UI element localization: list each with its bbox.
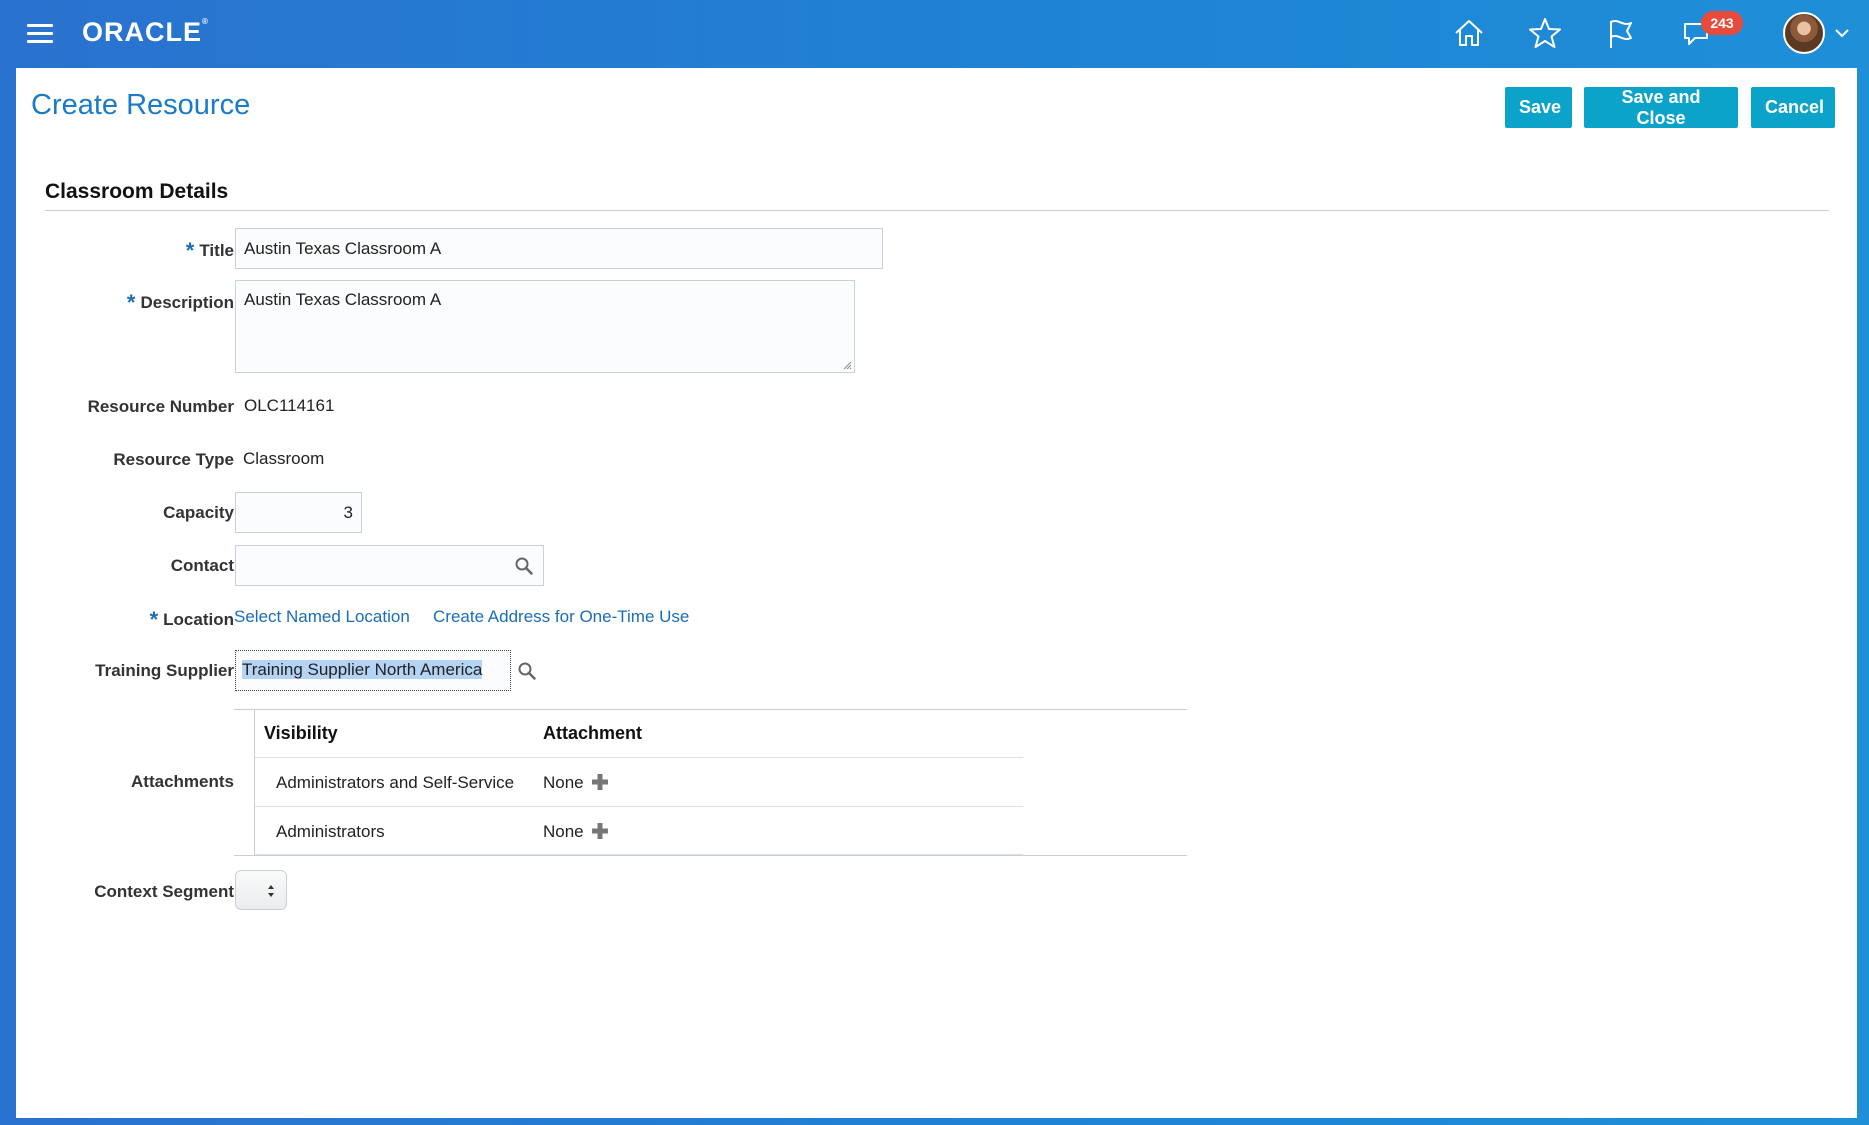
attachment-row-2-visibility: Administrators <box>276 822 385 841</box>
save-button[interactable]: Save <box>1505 87 1572 128</box>
attachment-row-1-value: None <box>543 773 584 792</box>
main-panel: Create Resource Save Save and Close Canc… <box>16 68 1857 1118</box>
select-named-location-link[interactable]: Select Named Location <box>234 607 410 627</box>
training-supplier-search-icon[interactable] <box>512 652 542 690</box>
capacity-field[interactable]: 3 <box>235 492 362 533</box>
logo-trademark: ® <box>202 17 209 26</box>
table-bottom-rule <box>234 855 1187 856</box>
resource-number-label: Resource Number <box>87 397 234 416</box>
required-indicator: * <box>149 607 159 632</box>
row-divider <box>255 806 1023 807</box>
table-left-rule <box>254 709 255 856</box>
header-divider <box>255 757 1023 758</box>
home-icon[interactable] <box>1450 14 1488 52</box>
training-supplier-value: Training Supplier North America <box>242 660 483 679</box>
table-top-rule <box>234 709 1187 710</box>
hamburger-menu-icon[interactable] <box>27 24 53 44</box>
capacity-label: Capacity <box>163 503 234 522</box>
favorites-star-icon[interactable] <box>1526 14 1564 52</box>
training-supplier-label: Training Supplier <box>95 661 234 680</box>
description-text: Austin Texas Classroom A <box>244 290 442 309</box>
section-divider <box>45 210 1829 211</box>
attachments-label: Attachments <box>131 772 234 791</box>
flag-icon[interactable] <box>1601 14 1639 52</box>
top-bar: ORACLE® 243 <box>0 0 1869 68</box>
description-label: * Description <box>24 290 234 316</box>
required-indicator: * <box>126 290 136 315</box>
save-and-close-button[interactable]: Save and Close <box>1584 87 1738 128</box>
select-arrows-icon <box>268 885 274 897</box>
title-field[interactable]: Austin Texas Classroom A <box>235 228 883 269</box>
description-textarea[interactable]: Austin Texas Classroom A <box>235 280 855 373</box>
attachment-row-1-visibility: Administrators and Self-Service <box>276 773 515 792</box>
training-supplier-field[interactable]: Training Supplier North America <box>235 650 511 691</box>
contact-field[interactable] <box>235 545 544 586</box>
column-header-attachment: Attachment <box>543 723 643 743</box>
context-segment-label: Context Segment <box>94 882 234 901</box>
create-address-link[interactable]: Create Address for One-Time Use <box>433 607 689 627</box>
location-label: * Location <box>24 607 234 633</box>
title-label: * Title <box>24 238 234 264</box>
resource-number-value: OLC114161 <box>244 396 335 415</box>
attachments-table: Visibility Attachment Administrators and… <box>234 709 1187 856</box>
logo-text: ORACLE <box>82 17 202 47</box>
chevron-down-icon[interactable] <box>1833 24 1851 42</box>
notification-count-badge[interactable]: 243 <box>1701 11 1743 35</box>
title-label-text: Title <box>199 241 234 260</box>
section-title: Classroom Details <box>45 180 229 203</box>
cancel-button[interactable]: Cancel <box>1751 87 1835 128</box>
column-header-visibility: Visibility <box>264 723 338 743</box>
page-title: Create Resource <box>31 89 251 121</box>
resource-type-value: Classroom <box>243 449 325 468</box>
location-label-text: Location <box>163 610 234 629</box>
contact-search-icon[interactable] <box>509 547 539 585</box>
description-label-text: Description <box>140 293 234 312</box>
add-attachment-icon[interactable] <box>590 772 610 792</box>
required-indicator: * <box>185 238 195 263</box>
add-attachment-icon[interactable] <box>590 821 610 841</box>
resize-grip-icon[interactable] <box>842 360 852 370</box>
context-segment-select[interactable] <box>235 870 287 910</box>
attachment-row-2-value: None <box>543 822 584 841</box>
oracle-logo[interactable]: ORACLE® <box>82 17 209 48</box>
resource-type-label: Resource Type <box>113 450 234 469</box>
user-avatar[interactable] <box>1783 12 1825 54</box>
contact-label: Contact <box>170 556 234 575</box>
